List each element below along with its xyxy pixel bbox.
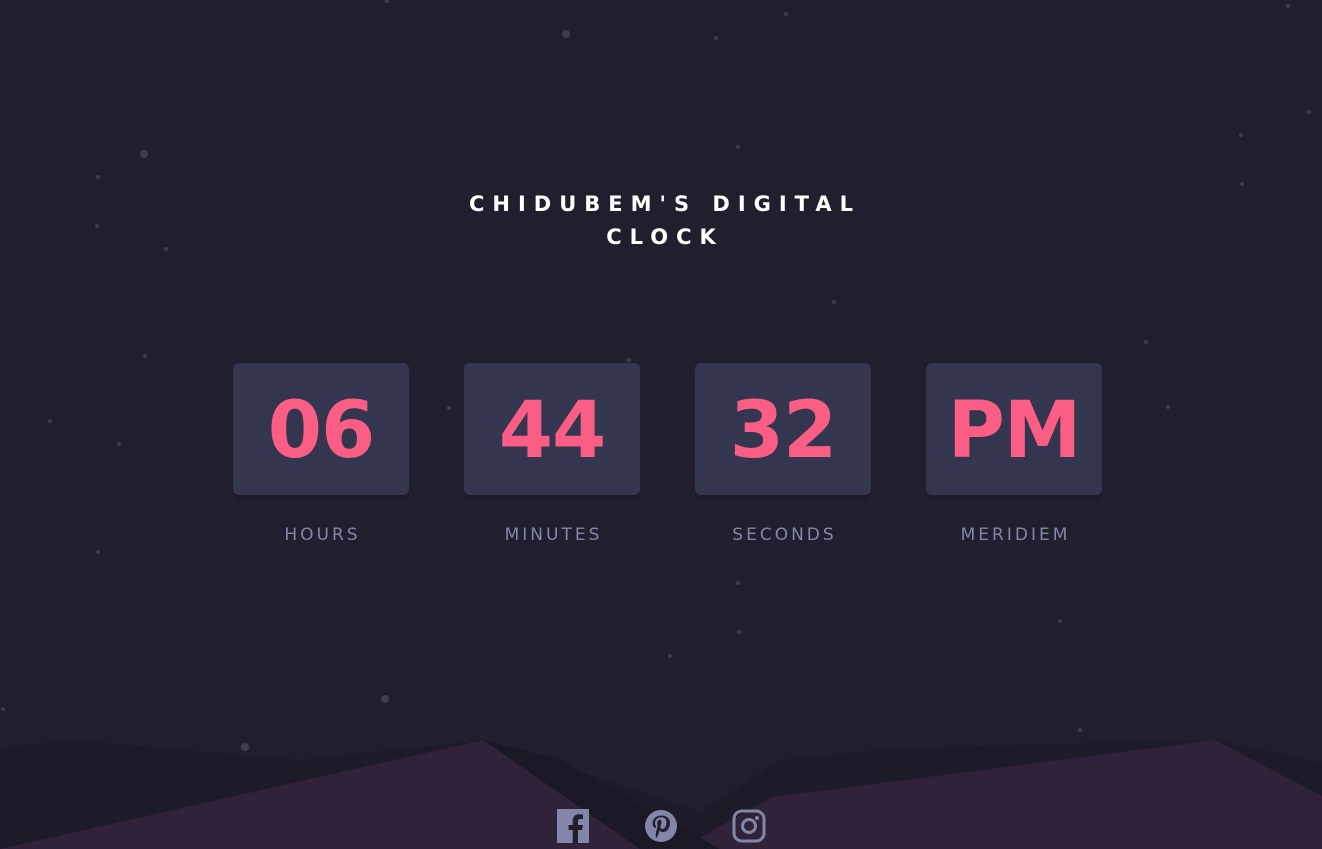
facebook-icon[interactable] bbox=[556, 808, 590, 844]
clock-page: CHIDUBEM'S DIGITAL CLOCK 06 HOURS 44 MIN… bbox=[0, 0, 1322, 849]
pinterest-icon[interactable] bbox=[644, 808, 678, 844]
instagram-icon[interactable] bbox=[732, 808, 766, 844]
social-links bbox=[0, 808, 1322, 844]
hills-background bbox=[0, 740, 1322, 849]
